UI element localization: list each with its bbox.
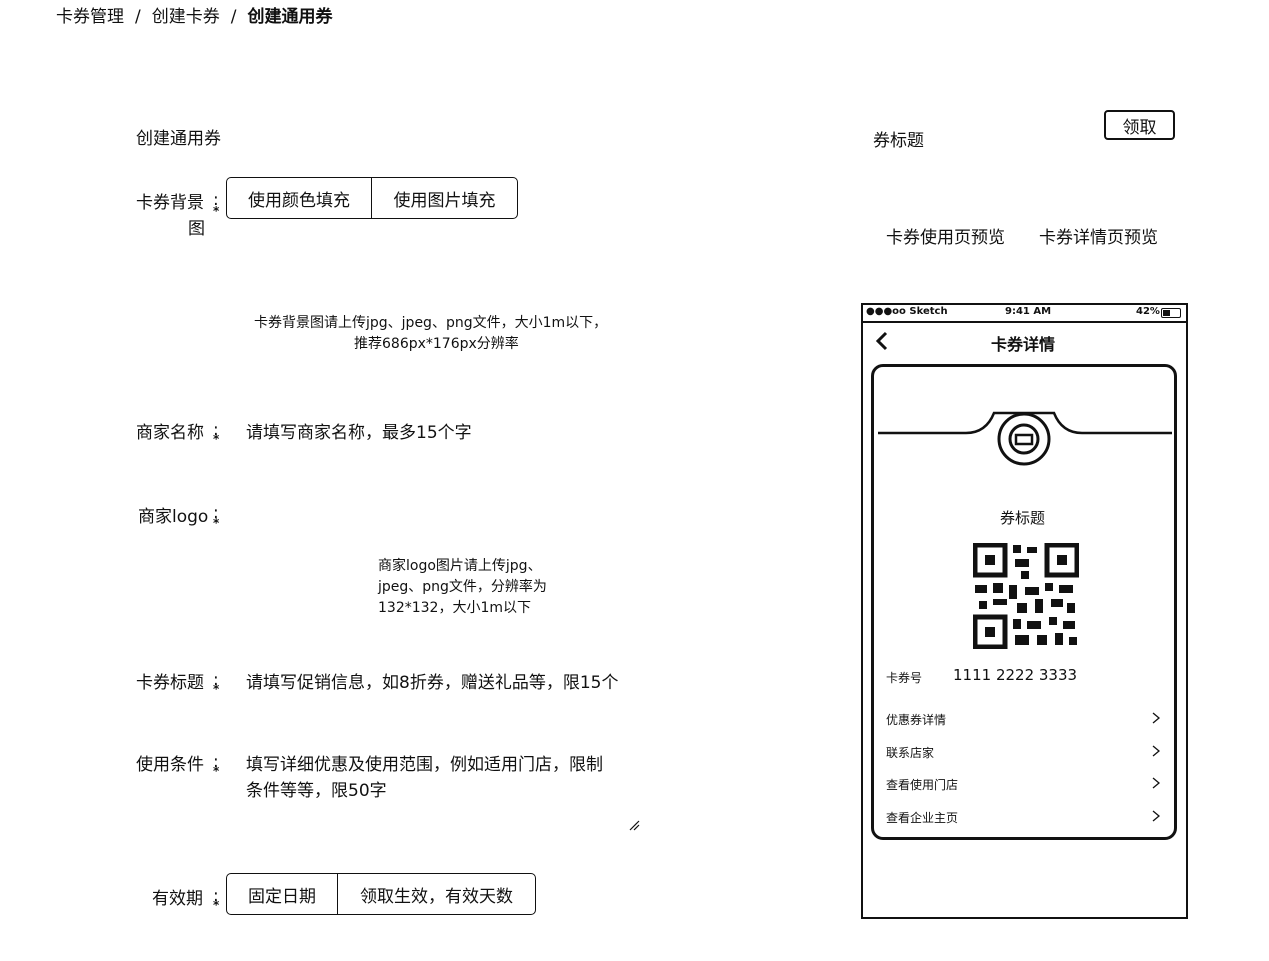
section-title: 创建通用券	[136, 129, 221, 149]
background-hint-line1: 卡券背景图请上传jpg、jpeg、png文件，大小1m以下，	[254, 315, 608, 331]
qr-code-icon	[973, 543, 1079, 649]
chevron-right-icon	[1152, 777, 1160, 789]
breadcrumb-item-current: 创建通用券	[247, 7, 333, 27]
conditions-placeholder-line1: 填写详细优惠及使用范围，例如适用门店，限制	[246, 755, 603, 775]
fixed-date-option[interactable]: 固定日期	[227, 874, 337, 914]
merchant-logo-label: 商家logo	[138, 507, 209, 527]
nav-title: 卡券详情	[991, 335, 1056, 354]
menu-item-view-stores[interactable]: 查看使用门店	[886, 776, 958, 793]
card-number-label: 卡券号	[886, 671, 923, 685]
chevron-right-icon	[1152, 712, 1160, 724]
background-label-line2: 图	[188, 219, 205, 239]
tab-usage-preview[interactable]: 卡券使用页预览	[886, 223, 1005, 248]
required-mark: *	[213, 898, 220, 912]
required-mark: *	[213, 516, 220, 530]
conditions-textarea[interactable]: 填写详细优惠及使用范围，例如适用门店，限制 条件等等，限50字	[244, 746, 642, 834]
get-button[interactable]: 领取	[1104, 110, 1175, 140]
breadcrumb-separator: /	[135, 7, 141, 27]
required-mark: *	[213, 204, 220, 218]
merchant-name-input[interactable]: 请填写商家名称，最多15个字	[246, 418, 472, 443]
coupon-card: 券标题 卡券号 1111 2222 3333 优惠券详情 联系店家 查看使用门店…	[871, 364, 1177, 840]
validity-label: 有效期	[152, 889, 203, 909]
tab-detail-preview[interactable]: 卡券详情页预览	[1039, 223, 1158, 248]
menu-item-contact-store[interactable]: 联系店家	[886, 744, 934, 761]
card-title-label: 卡券标题	[136, 673, 204, 693]
merchant-name-label: 商家名称	[136, 423, 204, 443]
breadcrumb-item-create-card[interactable]: 创建卡券	[152, 7, 220, 27]
battery-icon	[1161, 308, 1181, 318]
conditions-placeholder-line2: 条件等等，限50字	[246, 781, 387, 801]
required-mark: *	[213, 432, 220, 446]
status-bar: ●●●oo Sketch 9:41 AM 42%	[863, 305, 1186, 321]
phone-preview: ●●●oo Sketch 9:41 AM 42% 卡券详情 券标题 卡券号 11…	[861, 303, 1188, 919]
chevron-right-icon	[1152, 810, 1160, 822]
back-chevron-icon[interactable]	[875, 331, 889, 351]
merchant-logo-icon	[878, 411, 1172, 466]
coupon-title: 券标题	[1000, 509, 1046, 527]
validity-toggle: 固定日期 领取生效，有效天数	[226, 873, 536, 915]
resize-handle-icon[interactable]	[628, 819, 640, 831]
status-time: 9:41 AM	[1005, 306, 1052, 317]
card-number-value: 1111 2222 3333	[953, 666, 1078, 684]
logo-hint-line3: 132*132，大小1m以下	[378, 600, 531, 616]
menu-item-coupon-details[interactable]: 优惠券详情	[886, 711, 946, 728]
required-mark: *	[213, 682, 220, 696]
background-label: 卡券背景	[136, 193, 204, 213]
days-after-claim-option[interactable]: 领取生效，有效天数	[337, 874, 535, 914]
fill-image-option[interactable]: 使用图片填充	[371, 178, 517, 218]
logo-hint-line1: 商家logo图片请上传jpg、	[378, 558, 542, 574]
chevron-right-icon	[1152, 745, 1160, 757]
background-hint-line2: 推荐686px*176px分辨率	[354, 336, 519, 352]
menu-item-company-home[interactable]: 查看企业主页	[886, 809, 958, 826]
breadcrumb-item-card-management[interactable]: 卡券管理	[56, 7, 124, 27]
conditions-label: 使用条件	[136, 755, 204, 775]
required-mark: *	[213, 764, 220, 778]
fill-color-option[interactable]: 使用颜色填充	[227, 178, 371, 218]
preview-header-title: 券标题	[873, 131, 924, 151]
card-title-input[interactable]: 请填写促销信息，如8折券，赠送礼品等，限15个	[246, 668, 618, 693]
breadcrumb: 卡券管理 / 创建卡券 / 创建通用券	[56, 2, 332, 27]
carrier-text: ●●●oo Sketch	[866, 306, 948, 317]
background-fill-toggle: 使用颜色填充 使用图片填充	[226, 177, 518, 219]
logo-hint-line2: jpeg、png文件，分辨率为	[378, 579, 547, 595]
battery-percent: 42%	[1136, 306, 1160, 317]
breadcrumb-separator: /	[230, 7, 237, 27]
